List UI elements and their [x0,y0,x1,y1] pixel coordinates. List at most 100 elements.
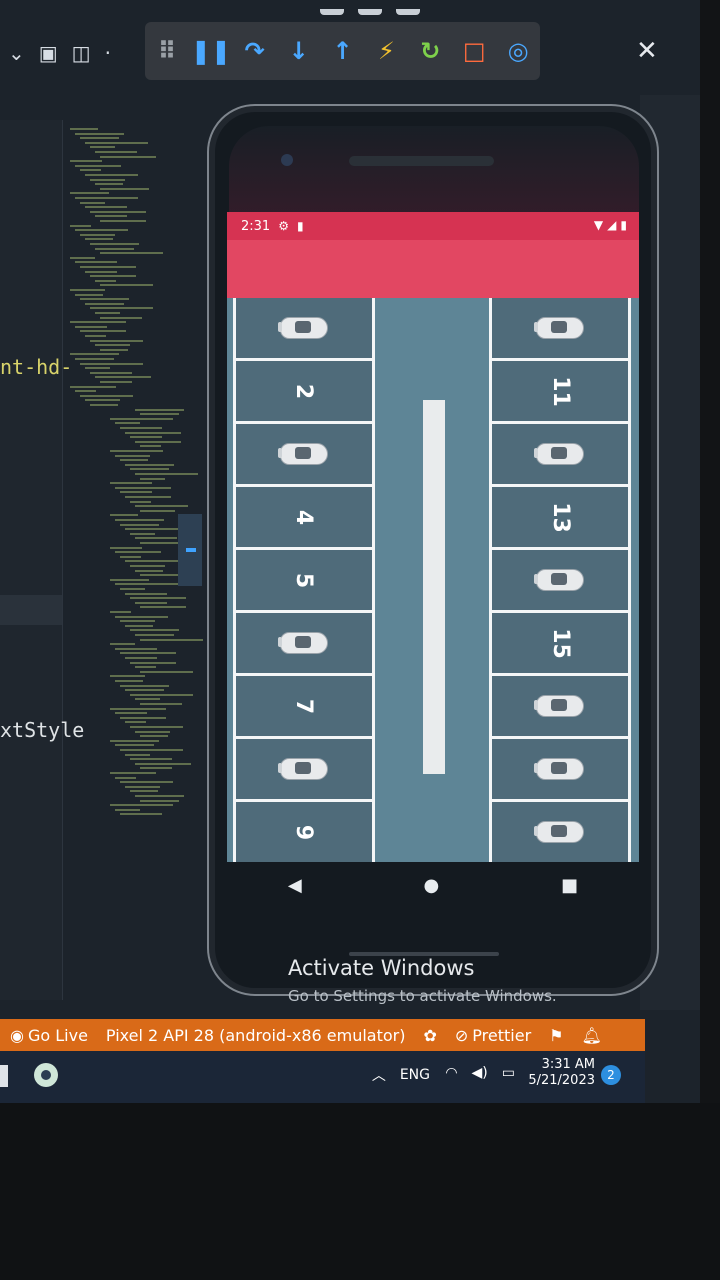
minimap-line [90,404,118,406]
phone-emulator: 2:31 ⚙ ▮ ▼ ◢ ▮ 2 4 5 7 9 11 13 15 ◀ ● ■ [207,104,659,996]
prettier-button[interactable]: ⊘ Prettier [455,1026,531,1045]
minimap-line [110,643,135,646]
parking-spot[interactable] [492,298,628,361]
device-selector[interactable]: Pixel 2 API 28 (android-x86 emulator) [106,1026,406,1045]
more-icon[interactable]: · [105,41,111,65]
sd-card-icon: ▮ [296,219,304,233]
minimap-line [135,601,167,604]
feedback-icon[interactable]: ⚑ [549,1026,563,1045]
spot-number: 9 [291,824,317,840]
close-icon[interactable]: ✕ [636,36,658,66]
minimap-line [120,749,183,751]
parking-spot[interactable]: 13 [492,487,628,550]
drag-handle-icon[interactable]: ⠿ [145,22,189,80]
minimap-line [120,459,148,462]
parking-spot[interactable]: 4 [236,487,372,550]
minimap-line [70,385,116,388]
restart-icon[interactable]: ↻ [408,22,452,80]
battery-icon[interactable]: ▭ [502,1065,515,1081]
step-over-icon[interactable]: ↷ [233,22,277,80]
minimap-line [135,569,163,572]
parking-spot[interactable]: 5 [236,550,372,613]
minimap-line [125,721,146,724]
minimap[interactable] [62,120,203,1000]
taskbar-app-icon[interactable] [34,1063,58,1087]
minimap-line [70,256,95,259]
minimap-line [95,376,151,379]
parking-spot[interactable] [492,802,628,862]
parking-spot[interactable]: 7 [236,676,372,739]
hot-reload-icon[interactable]: ⚡ [364,22,408,80]
recents-button-icon[interactable]: ■ [561,875,578,896]
back-button-icon[interactable]: ◀ [288,875,302,896]
parking-spot[interactable] [492,676,628,739]
minimap-line [120,813,162,816]
minimap-line [110,611,131,613]
car-icon [534,758,584,780]
scrollbar-thumb[interactable] [178,514,202,586]
prettier-status-icon: ⊘ [454,1025,469,1045]
car-icon [278,758,328,780]
ide-status-bar: ◉ Go Live Pixel 2 API 28 (android-x86 em… [0,1019,645,1051]
notifications-bell-icon[interactable]: 🔔︎ [582,1026,602,1045]
go-live-button[interactable]: ◉ Go Live [10,1026,88,1045]
minimap-line [120,684,169,687]
parking-spot[interactable]: 11 [492,361,628,424]
parking-spot[interactable] [492,424,628,487]
car-icon [534,821,584,843]
step-out-icon[interactable]: ↑ [321,22,365,80]
minimap-line [95,215,127,218]
minimap-line [100,381,132,383]
car-icon [278,632,328,654]
chevron-down-icon[interactable]: ⌄ [8,41,25,65]
minimap-line [80,201,105,204]
home-button-icon[interactable]: ● [424,875,440,896]
minimap-line [85,302,124,305]
wifi-icon[interactable]: ◠ [445,1065,457,1081]
code-editor[interactable] [0,120,63,1000]
step-into-icon[interactable]: ↓ [277,22,321,80]
parking-spot[interactable]: 9 [236,802,372,862]
minimap-line [95,183,123,186]
minimap-line [130,661,176,664]
prettier-label: Prettier [472,1025,532,1045]
split-editor-icon[interactable]: ◫ [72,41,91,65]
parking-spot[interactable] [236,739,372,802]
pause-icon[interactable]: ❚❚ [189,22,233,80]
chevron-up-icon[interactable]: ︿ [372,1065,386,1085]
minimap-line [125,689,164,692]
minimap-line [110,707,166,710]
taskbar-clock[interactable]: 3:31 AM 5/21/2023 [528,1057,595,1089]
parking-spot[interactable] [236,298,372,361]
spot-number: 7 [291,698,317,714]
stop-icon[interactable]: □ [452,22,496,80]
minimap-line [125,624,153,627]
minimap-line [140,670,193,673]
devtools-icon[interactable]: ◎ [496,22,540,80]
minimap-line [115,519,164,521]
minimap-line [85,206,127,209]
volume-icon[interactable]: ◀) [472,1065,488,1081]
parking-spot[interactable] [236,424,372,487]
minimap-line [135,408,184,411]
minimap-line [135,440,181,443]
minimap-line [135,666,156,669]
device-icon[interactable]: ▣ [39,41,58,65]
parking-spot[interactable]: 2 [236,361,372,424]
minimap-line [135,634,174,636]
minimap-line [85,367,110,370]
parking-spot[interactable] [236,613,372,676]
taskbar-app-edge[interactable] [0,1065,8,1087]
current-line-highlight [0,595,62,625]
minimap-line [85,335,106,337]
copilot-icon[interactable]: ✿ [423,1026,436,1045]
parking-spot[interactable]: 15 [492,613,628,676]
parking-spot[interactable] [492,739,628,802]
minimap-line [80,298,129,301]
minimap-line [130,468,169,471]
language-indicator[interactable]: ENG [400,1067,430,1083]
parking-spot[interactable] [492,550,628,613]
notification-badge[interactable]: 2 [601,1065,621,1085]
minimap-line [140,767,172,770]
minimap-line [135,698,160,701]
